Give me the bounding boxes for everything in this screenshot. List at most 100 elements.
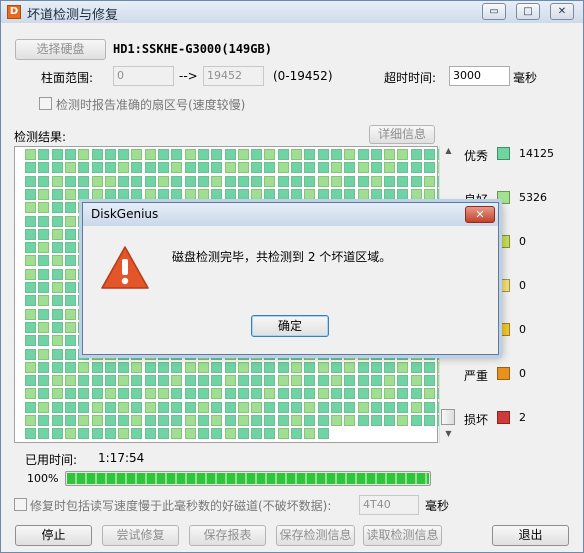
sector-cell [198,428,209,439]
cylinder-start-input[interactable]: 0 [113,66,174,86]
detail-info-button[interactable]: 详细信息 [369,125,435,144]
sector-cell [278,388,289,399]
sector-cell [411,388,422,399]
sector-cell [65,282,76,293]
sector-cell [171,189,182,200]
sector-cell [25,176,36,187]
sector-cell [344,402,355,413]
sector-cell [251,162,262,173]
sector-cell [38,309,49,320]
sector-cell [145,388,156,399]
sector-cell [225,362,236,373]
sector-cell [291,402,302,413]
sector-cell [397,149,408,160]
timeout-input[interactable]: 3000 [449,66,510,86]
sector-cell [52,335,63,346]
select-disk-button[interactable]: 选择硬盘 [15,39,106,60]
repair-ms-input[interactable]: 4T40 [359,495,419,515]
close-button[interactable]: ✕ [550,3,574,20]
sector-cell [52,402,63,413]
sector-cell [304,402,315,413]
sector-cell [78,149,89,160]
scroll-thumb[interactable] [441,409,455,425]
sector-cell [145,149,156,160]
sector-cell [158,149,169,160]
sector-cell [198,388,209,399]
sector-cell [397,375,408,386]
report-sector-checkbox[interactable] [39,97,52,110]
sector-cell [384,362,395,373]
maximize-button[interactable]: □ [516,3,540,20]
sector-cell [264,375,275,386]
exit-button[interactable]: 退出 [492,525,569,546]
sector-cell [25,242,36,253]
sector-cell [131,362,142,373]
progress-fill [67,473,429,484]
sector-cell [25,375,36,386]
scroll-up-icon[interactable]: ▲ [440,146,457,160]
sector-cell [371,149,382,160]
sector-cell [52,162,63,173]
sector-cell [424,415,435,426]
sector-cell [158,189,169,200]
legend-label: 严重 [464,369,489,383]
sector-cell [92,402,103,413]
sector-cell [384,375,395,386]
save-scan-info-button[interactable]: 保存检测信息 [276,525,355,546]
sector-cell [171,162,182,173]
legend-count: 2 [519,411,526,424]
sector-cell [65,388,76,399]
sector-cell [344,176,355,187]
sector-cell [185,402,196,413]
sector-cell [105,388,116,399]
sector-cell [371,176,382,187]
bad-sector-window: D 坏道检测与修复 ▭ □ ✕ 选择硬盘 HD1:SSKHE-G3000(149… [0,0,584,553]
sector-cell [251,388,262,399]
dialog-close-button[interactable]: ✕ [465,206,495,223]
sector-cell [344,415,355,426]
sector-cell [158,176,169,187]
sector-cell [291,189,302,200]
minimize-button[interactable]: ▭ [482,3,506,20]
try-repair-button[interactable]: 尝试修复 [102,525,179,546]
sector-cell [25,269,36,280]
sector-cell [185,375,196,386]
sector-cell [251,149,262,160]
sector-cell [65,309,76,320]
sector-cell [291,362,302,373]
sector-cell [264,149,275,160]
sector-cell [424,402,435,413]
sector-cell [78,162,89,173]
sector-cell [145,428,156,439]
sector-cell [225,402,236,413]
repair-slow-checkbox[interactable] [14,498,27,511]
cylinder-range-label: 柱面范围: [41,71,94,85]
sector-cell [25,402,36,413]
sector-cell [118,189,129,200]
save-report-button[interactable]: 保存报表 [189,525,266,546]
sector-cell [358,388,369,399]
legend-count: 0 [519,235,526,248]
sector-cell [424,162,435,173]
sector-cell [52,362,63,373]
sector-cell [25,189,36,200]
sector-cell [198,415,209,426]
dialog-ok-button[interactable]: 确定 [251,315,329,337]
load-scan-info-button[interactable]: 读取检测信息 [363,525,442,546]
sector-cell [92,428,103,439]
sector-cell [52,176,63,187]
sector-cell [331,189,342,200]
sector-cell [211,375,222,386]
sector-cell [251,375,262,386]
sector-cell [131,415,142,426]
stop-button[interactable]: 停止 [15,525,92,546]
sector-cell [251,415,262,426]
sector-cell [304,149,315,160]
dialog-title-bar: DiskGenius ✕ [83,203,498,226]
cylinder-end-input[interactable]: 19452 [203,66,264,86]
sector-cell [371,375,382,386]
sector-cell [38,282,49,293]
sector-cell [65,162,76,173]
repair-ms-unit: 毫秒 [425,499,450,513]
scroll-down-icon[interactable]: ▼ [440,429,457,443]
